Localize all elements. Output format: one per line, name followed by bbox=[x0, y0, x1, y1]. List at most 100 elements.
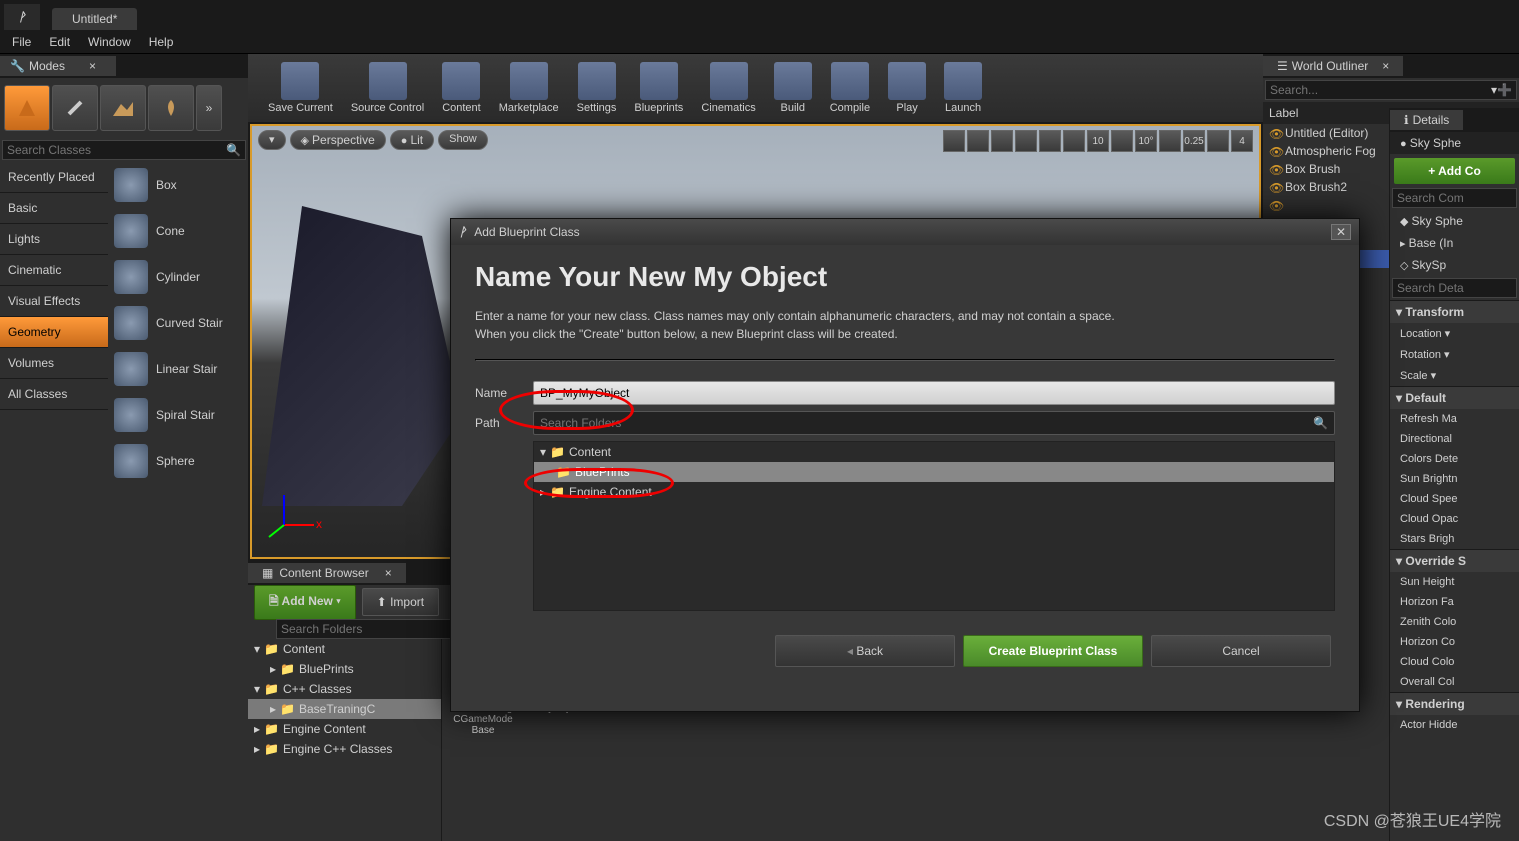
shape-linear-stair[interactable]: Linear Stair bbox=[108, 346, 248, 392]
project-tab[interactable]: Untitled* bbox=[52, 8, 137, 30]
viewport-tool[interactable] bbox=[1039, 130, 1061, 152]
menu-help[interactable]: Help bbox=[149, 35, 174, 49]
property-row[interactable]: Horizon Co bbox=[1390, 632, 1519, 652]
property-row[interactable]: Zenith Colo bbox=[1390, 612, 1519, 632]
content-browser-tab[interactable]: ▦Content Browser× bbox=[248, 563, 406, 583]
category-recently-placed[interactable]: Recently Placed bbox=[0, 162, 108, 193]
viewport-tool[interactable]: 0.25 bbox=[1183, 130, 1205, 152]
section-header[interactable]: ▾ Default bbox=[1390, 386, 1519, 409]
visibility-icon[interactable]: 👁 bbox=[1269, 127, 1281, 139]
details-tab[interactable]: ℹDetails bbox=[1390, 110, 1463, 130]
viewport-tool[interactable]: 10 bbox=[1087, 130, 1109, 152]
category-visual-effects[interactable]: Visual Effects bbox=[0, 286, 108, 317]
category-cinematic[interactable]: Cinematic bbox=[0, 255, 108, 286]
tree-item[interactable]: ▸ 📁 Engine Content bbox=[248, 719, 441, 739]
section-header[interactable]: ▾ Override S bbox=[1390, 549, 1519, 572]
search-details[interactable] bbox=[1392, 278, 1517, 298]
outliner-tab[interactable]: ☰World Outliner× bbox=[1263, 56, 1403, 76]
close-icon[interactable]: × bbox=[385, 566, 392, 580]
viewport-tool[interactable]: 4 bbox=[1231, 130, 1253, 152]
play-button[interactable]: Play bbox=[884, 62, 930, 114]
menu-edit[interactable]: Edit bbox=[49, 35, 70, 49]
section-header[interactable]: ▾ Transform bbox=[1390, 300, 1519, 323]
lit-button[interactable]: ● Lit bbox=[390, 130, 434, 150]
component-item[interactable]: ◆ Sky Sphe bbox=[1390, 210, 1519, 232]
cinematics-button[interactable]: Cinematics bbox=[697, 62, 759, 114]
property-row[interactable]: Rotation ▾ bbox=[1390, 344, 1519, 365]
close-button[interactable]: ✕ bbox=[1331, 224, 1351, 240]
category-volumes[interactable]: Volumes bbox=[0, 348, 108, 379]
search-classes[interactable]: 🔍 bbox=[2, 140, 246, 160]
property-row[interactable]: Directional bbox=[1390, 429, 1519, 449]
add-new-button[interactable]: 🗎 Add New ▾ bbox=[254, 585, 356, 620]
category-geometry[interactable]: Geometry bbox=[0, 317, 108, 348]
tree-item[interactable]: ▾ 📁 C++ Classes bbox=[248, 679, 441, 699]
create-blueprint-button[interactable]: Create Blueprint Class bbox=[963, 635, 1143, 667]
modes-tab[interactable]: 🔧Modes× bbox=[0, 56, 116, 76]
perspective-button[interactable]: ◈ Perspective bbox=[290, 130, 386, 150]
paint-mode-button[interactable] bbox=[52, 85, 98, 131]
property-row[interactable]: Stars Brigh bbox=[1390, 529, 1519, 549]
category-basic[interactable]: Basic bbox=[0, 193, 108, 224]
import-button[interactable]: ⬆ Import bbox=[362, 588, 439, 616]
dialog-titlebar[interactable]: ᚹ Add Blueprint Class ✕ bbox=[451, 219, 1359, 245]
tree-item[interactable]: ▾ 📁 Content bbox=[248, 639, 441, 659]
tree-item[interactable]: ▸ 📁 BaseTraningC bbox=[248, 699, 441, 719]
search-classes-input[interactable] bbox=[7, 143, 226, 157]
viewport-tool[interactable] bbox=[967, 130, 989, 152]
blueprints-button[interactable]: Blueprints bbox=[630, 62, 687, 114]
add-icon[interactable]: ➕ bbox=[1497, 83, 1512, 97]
viewport-menu[interactable]: ▾ bbox=[258, 130, 286, 150]
outliner-search-input[interactable] bbox=[1270, 83, 1491, 97]
property-row[interactable]: Colors Dete bbox=[1390, 449, 1519, 469]
property-row[interactable]: Cloud Opac bbox=[1390, 509, 1519, 529]
tree-item[interactable]: ▸ 📁 Engine C++ Classes bbox=[248, 739, 441, 759]
visibility-icon[interactable]: 👁 bbox=[1269, 181, 1281, 193]
viewport-tool[interactable] bbox=[1111, 130, 1133, 152]
close-icon[interactable]: × bbox=[1382, 59, 1389, 73]
landscape-mode-button[interactable] bbox=[100, 85, 146, 131]
save-current-button[interactable]: Save Current bbox=[264, 62, 337, 114]
shape-cylinder[interactable]: Cylinder bbox=[108, 254, 248, 300]
property-row[interactable]: Scale ▾ bbox=[1390, 365, 1519, 386]
visibility-icon[interactable]: 👁 bbox=[1269, 163, 1281, 175]
name-input[interactable] bbox=[533, 381, 1335, 405]
shape-box[interactable]: Box bbox=[108, 162, 248, 208]
folder-item[interactable]: ▾ 📁 Content bbox=[534, 442, 1334, 462]
shape-cone[interactable]: Cone bbox=[108, 208, 248, 254]
property-row[interactable]: Overall Col bbox=[1390, 672, 1519, 692]
settings-button[interactable]: Settings bbox=[573, 62, 621, 114]
visibility-icon[interactable]: 👁 bbox=[1269, 145, 1281, 157]
add-component-button[interactable]: + Add Co bbox=[1394, 158, 1515, 184]
launch-button[interactable]: Launch bbox=[940, 62, 986, 114]
outliner-search[interactable]: ▾ ➕ bbox=[1265, 80, 1517, 100]
foliage-mode-button[interactable] bbox=[148, 85, 194, 131]
show-button[interactable]: Show bbox=[438, 130, 488, 150]
property-row[interactable]: Refresh Ma bbox=[1390, 409, 1519, 429]
property-row[interactable]: Cloud Spee bbox=[1390, 489, 1519, 509]
place-mode-button[interactable] bbox=[4, 85, 50, 131]
close-icon[interactable]: × bbox=[89, 59, 96, 73]
build-button[interactable]: Build bbox=[770, 62, 816, 114]
compile-button[interactable]: Compile bbox=[826, 62, 874, 114]
component-item[interactable]: ▸ Base (In bbox=[1390, 232, 1519, 254]
property-row[interactable]: Sun Brightn bbox=[1390, 469, 1519, 489]
viewport-tool[interactable] bbox=[1207, 130, 1229, 152]
property-row[interactable]: Horizon Fa bbox=[1390, 592, 1519, 612]
viewport-tool[interactable] bbox=[1015, 130, 1037, 152]
shape-sphere[interactable]: Sphere bbox=[108, 438, 248, 484]
marketplace-button[interactable]: Marketplace bbox=[495, 62, 563, 114]
cancel-button[interactable]: Cancel bbox=[1151, 635, 1331, 667]
search-components[interactable] bbox=[1392, 188, 1517, 208]
shape-spiral-stair[interactable]: Spiral Stair bbox=[108, 392, 248, 438]
viewport-tool[interactable] bbox=[1063, 130, 1085, 152]
menu-window[interactable]: Window bbox=[88, 35, 131, 49]
viewport-tool[interactable]: 10° bbox=[1135, 130, 1157, 152]
viewport-tool[interactable] bbox=[1159, 130, 1181, 152]
menu-file[interactable]: File bbox=[12, 35, 31, 49]
property-row[interactable]: Actor Hidde bbox=[1390, 715, 1519, 735]
path-search-input[interactable] bbox=[540, 416, 1313, 430]
folder-item[interactable]: ▸ 📁 Engine Content bbox=[534, 482, 1334, 502]
folder-tree[interactable]: ▾ 📁 Content📁 BluePrints▸ 📁 Engine Conten… bbox=[533, 441, 1335, 611]
source-control-button[interactable]: Source Control bbox=[347, 62, 428, 114]
